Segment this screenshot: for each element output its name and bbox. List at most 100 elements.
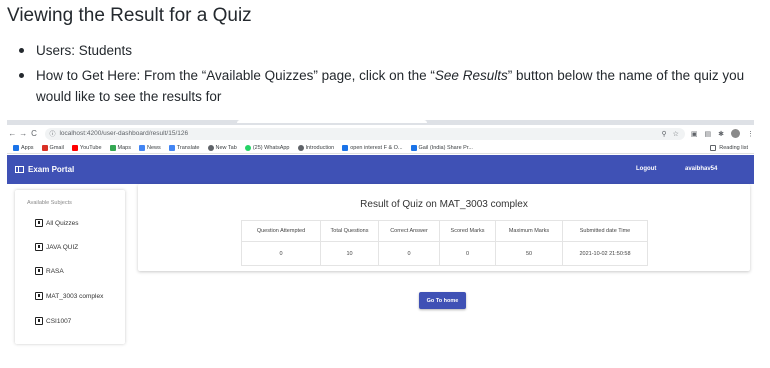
sidebar-item-mat-3003[interactable]: MAT_3003 complex <box>35 292 103 300</box>
site-icon <box>410 144 417 151</box>
table-cell: 0 <box>378 241 440 266</box>
brand[interactable]: Exam Portal <box>15 165 74 174</box>
bookmark-label: open interest F & O... <box>350 144 403 151</box>
result-table: Question Attempted Total Questions Corre… <box>241 220 648 266</box>
sidebar-heading: Available Subjects <box>27 200 72 206</box>
tab-search-icon[interactable]: ▤ <box>704 130 711 138</box>
reading-list[interactable]: Reading list <box>710 144 754 151</box>
quiz-book-icon <box>35 243 43 251</box>
table-cell: 50 <box>495 241 563 266</box>
globe-icon <box>207 144 214 151</box>
info-icon[interactable]: ⓘ <box>49 129 55 138</box>
bullet-users: Users: Students <box>18 40 763 61</box>
apps-icon <box>13 144 19 151</box>
bookmark-label: (25) WhatsApp <box>252 144 290 151</box>
bookmark-apps[interactable]: Apps <box>13 144 34 151</box>
browser-toolbar: ← → C ⓘ localhost:4200/user-dashboard/re… <box>7 125 754 142</box>
sidebar: Available Subjects All Quizzes JAVA QUIZ… <box>15 190 125 344</box>
sidebar-item-java-quiz[interactable]: JAVA QUIZ <box>35 243 78 251</box>
address-bar[interactable]: ⓘ localhost:4200/user-dashboard/result/1… <box>45 127 685 140</box>
sidebar-item-label: RASA <box>46 267 64 275</box>
column-header: Total Questions <box>320 220 379 242</box>
bookmark-gmail[interactable]: Gmail <box>41 144 64 151</box>
reload-icon[interactable]: C <box>29 129 40 138</box>
bookmark-maps[interactable]: Maps <box>109 144 131 151</box>
reading-list-label: Reading list <box>719 144 748 151</box>
result-card: Result of Quiz on MAT_3003 complex Quest… <box>138 184 750 271</box>
puzzle-icon[interactable]: ✱ <box>718 130 724 138</box>
bookmark-introduction[interactable]: Introduction <box>297 144 335 151</box>
column-header: Scored Marks <box>439 220 496 242</box>
bookmark-label: Gmail <box>49 144 64 151</box>
bullet-list: Users: Students How to Get Here: From th… <box>18 40 763 111</box>
bookmark-label: YouTube <box>79 144 102 151</box>
sidebar-item-all-quizzes[interactable]: All Quizzes <box>35 219 79 227</box>
sidebar-item-csi1007[interactable]: CSI1007 <box>35 317 71 325</box>
translate-icon <box>168 144 175 151</box>
zoom-icon[interactable]: ⚲ <box>661 130 666 138</box>
back-icon[interactable]: ← <box>7 129 18 138</box>
column-header: Question Attempted <box>241 220 321 242</box>
gmail-icon <box>41 144 48 151</box>
bookmark-whatsapp[interactable]: (25) WhatsApp <box>244 144 290 151</box>
table-header-row: Question Attempted Total Questions Corre… <box>241 220 648 242</box>
column-header: Submitted date Time <box>562 220 648 242</box>
reading-list-icon <box>710 144 717 151</box>
bookmark-label: News <box>147 144 161 151</box>
active-tab[interactable] <box>237 120 427 123</box>
sidebar-item-label: MAT_3003 complex <box>46 292 104 300</box>
bookmark-label: Introduction <box>305 144 335 151</box>
bookmarks-bar: Apps Gmail YouTube Maps News Translate N… <box>7 142 754 154</box>
bookmark-translate[interactable]: Translate <box>168 144 200 151</box>
bullet-emphasis: See Results <box>434 68 508 83</box>
menu-icon[interactable]: ⋮ <box>747 130 754 138</box>
bookmark-gail[interactable]: Gail (India) Share Pr... <box>410 144 473 151</box>
logout-button[interactable]: Logout <box>636 166 656 172</box>
site-icon <box>342 144 349 151</box>
go-to-home-button[interactable]: Go To home <box>419 292 466 309</box>
brand-label: Exam Portal <box>28 165 75 174</box>
page-title: Viewing the Result for a Quiz <box>7 5 252 26</box>
bookmark-label: Translate <box>176 144 200 151</box>
profile-avatar[interactable] <box>730 129 740 138</box>
bullet-how-to-get-here: How to Get Here: From the “Available Qui… <box>18 65 763 107</box>
sidebar-item-label: All Quizzes <box>46 219 79 227</box>
forward-icon[interactable]: → <box>18 129 29 138</box>
youtube-icon <box>71 144 78 151</box>
sidebar-item-label: CSI1007 <box>46 317 72 325</box>
username-link[interactable]: avaibhav54 <box>685 166 717 172</box>
globe-icon <box>297 144 304 151</box>
bookmark-new-tab[interactable]: New Tab <box>207 144 237 151</box>
quiz-book-icon <box>35 267 43 275</box>
extension-icon[interactable]: ▣ <box>691 130 698 138</box>
column-header: Maximum Marks <box>495 220 563 242</box>
sidebar-item-label: JAVA QUIZ <box>46 243 79 251</box>
app-screenshot: ← → C ⓘ localhost:4200/user-dashboard/re… <box>7 120 754 368</box>
column-header: Correct Answer <box>378 220 440 242</box>
bookmark-news[interactable]: News <box>139 144 161 151</box>
bookmark-label: Gail (India) Share Pr... <box>418 144 473 151</box>
bullet-text-before: How to Get Here: From the “Available Qui… <box>36 68 435 83</box>
bookmark-open-interest[interactable]: open interest F & O... <box>342 144 403 151</box>
quiz-book-icon <box>35 317 43 325</box>
app-header: Exam Portal Logout avaibhav54 <box>7 155 754 184</box>
table-cell: 0 <box>241 241 321 266</box>
result-title: Result of Quiz on MAT_3003 complex <box>360 199 528 210</box>
book-open-icon <box>15 166 24 173</box>
bookmark-label: New Tab <box>215 144 237 151</box>
quiz-book-icon <box>35 292 43 300</box>
sidebar-item-rasa[interactable]: RASA <box>35 267 64 275</box>
bookmark-star-icon[interactable]: ☆ <box>673 130 679 138</box>
table-cell: 2021-10-02 21:50:58 <box>562 241 648 266</box>
maps-icon <box>109 144 116 151</box>
news-icon <box>139 144 145 151</box>
table-row: 0 10 0 0 50 2021-10-02 21:50:58 <box>241 241 648 266</box>
quiz-book-icon <box>35 219 43 227</box>
whatsapp-icon <box>244 144 251 151</box>
bookmark-label: Maps <box>117 144 131 151</box>
bookmark-label: Apps <box>21 144 34 151</box>
address-url: localhost:4200/user-dashboard/result/15/… <box>59 130 189 137</box>
table-cell: 0 <box>439 241 496 266</box>
table-cell: 10 <box>320 241 379 266</box>
bookmark-youtube[interactable]: YouTube <box>71 144 102 151</box>
